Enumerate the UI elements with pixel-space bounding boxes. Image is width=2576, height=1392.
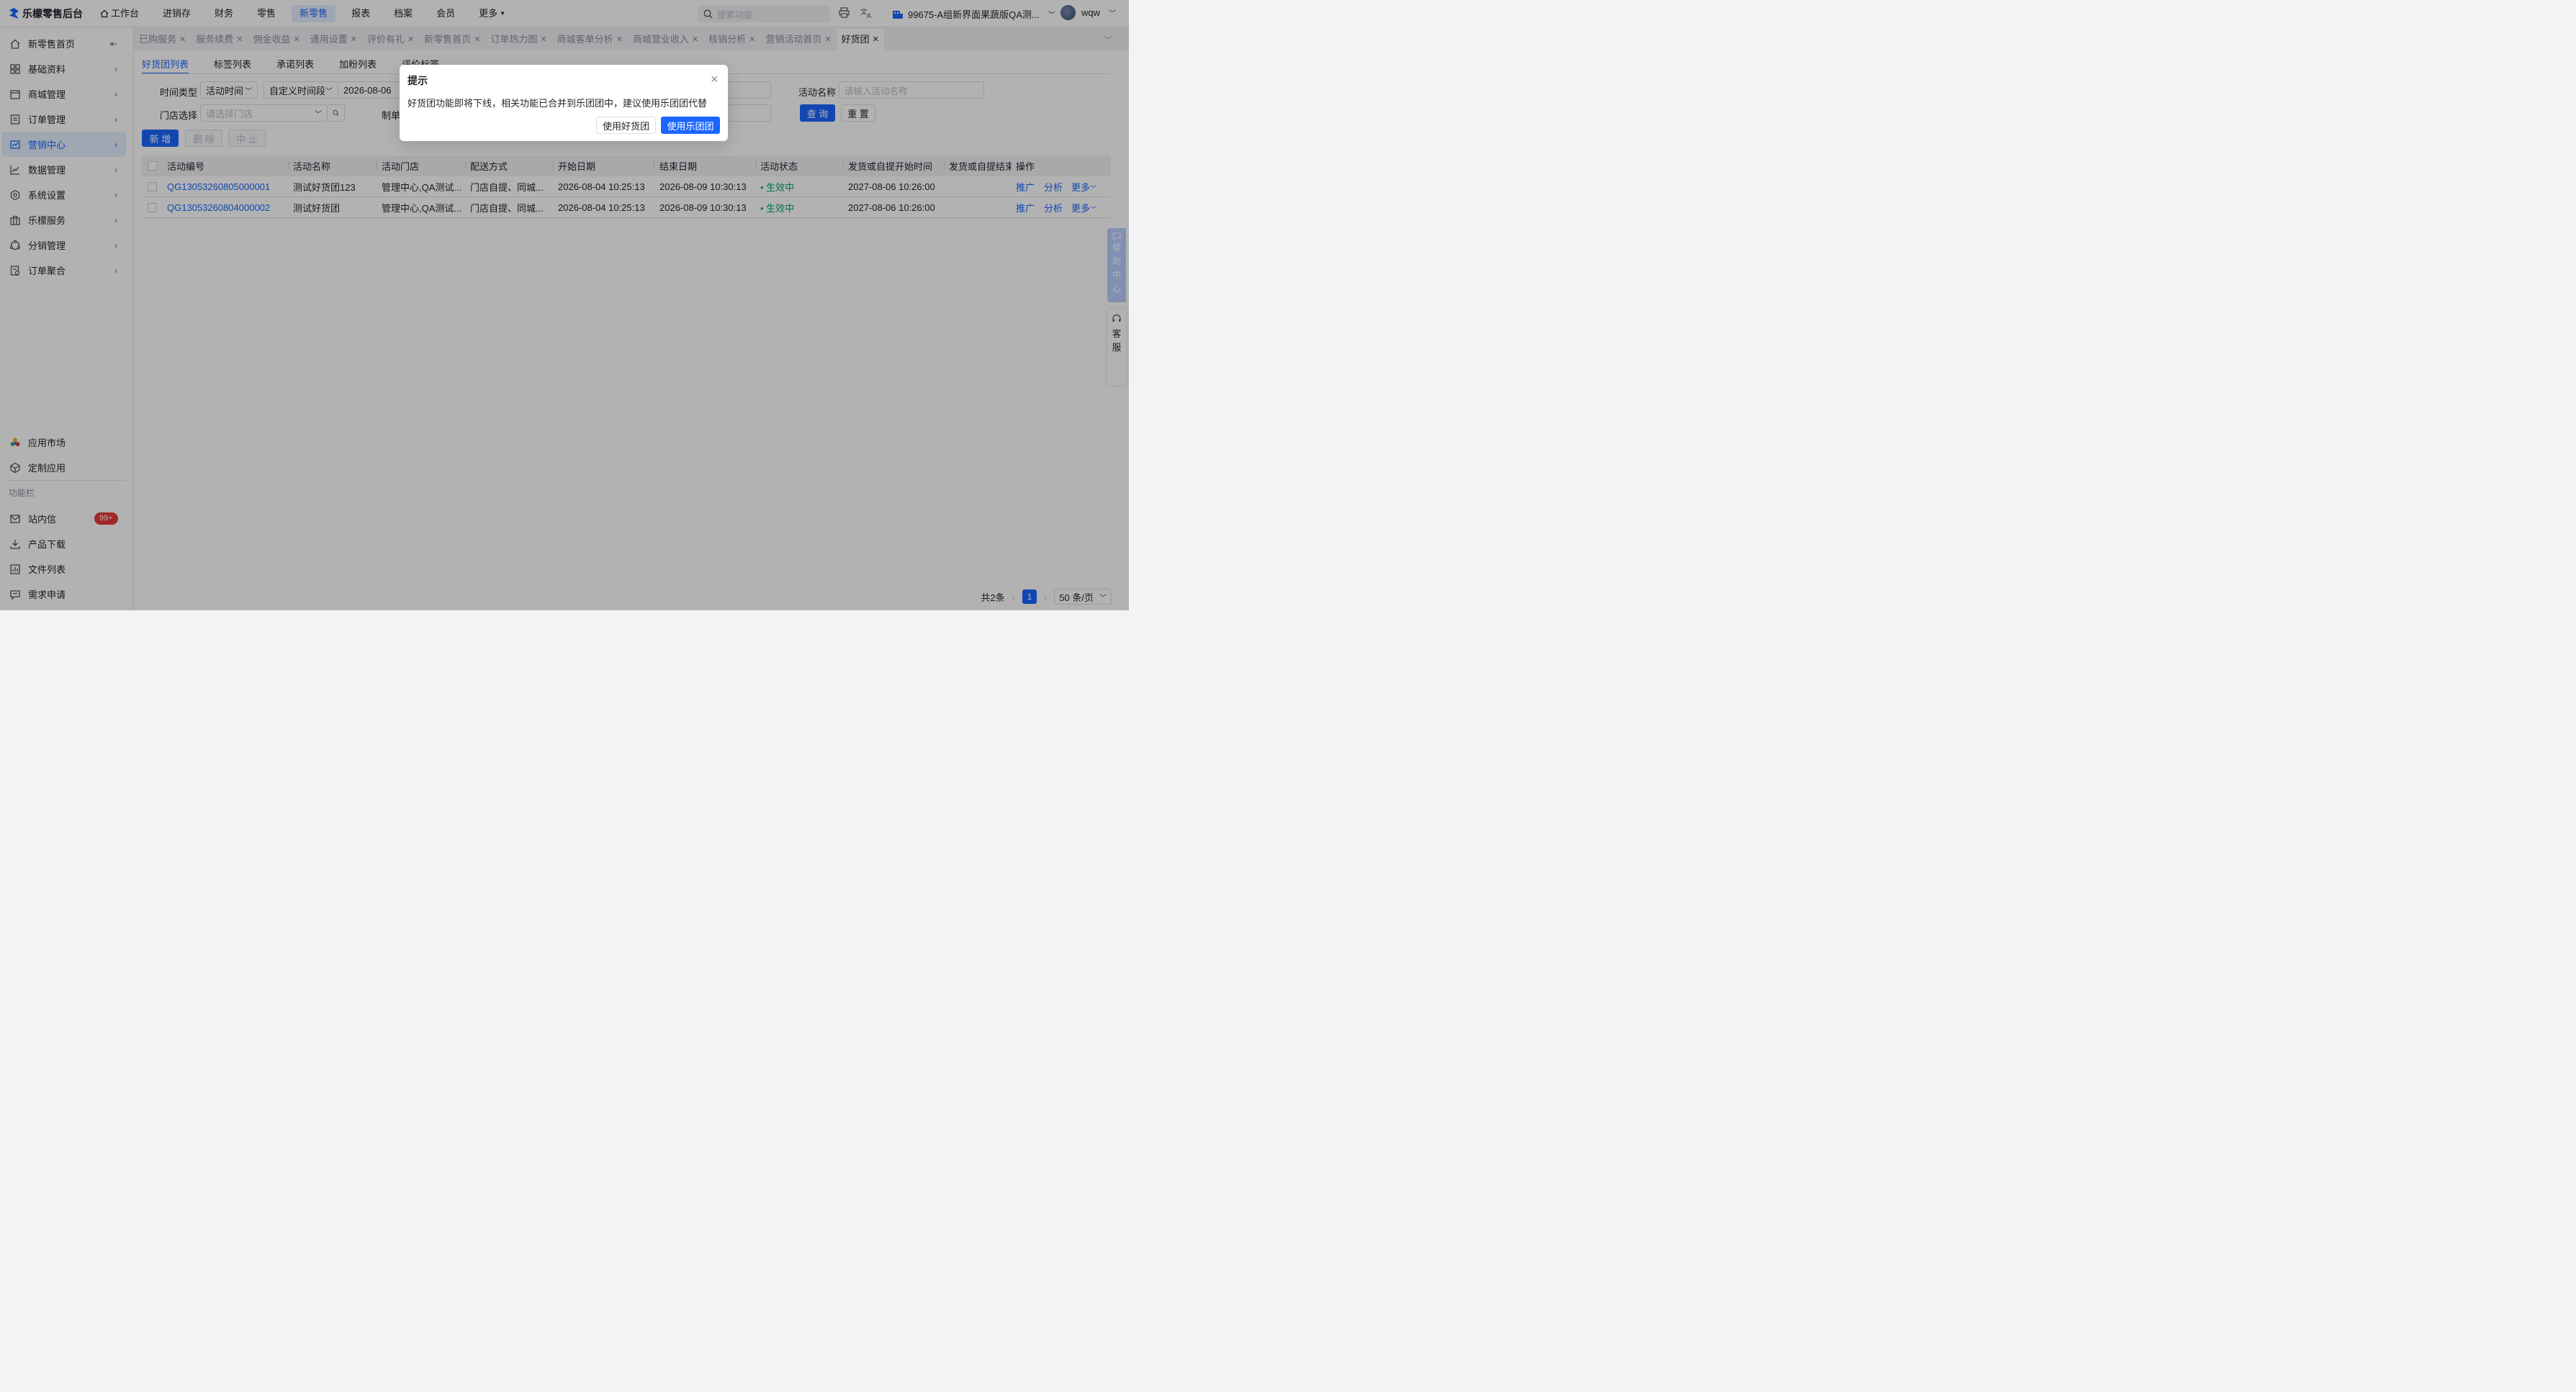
use-letuantuan-button[interactable]: 使用乐团团 bbox=[661, 117, 720, 134]
notice-dialog: 提示 × 好货团功能即将下线，相关功能已合并到乐团团中，建议使用乐团团代替 使用… bbox=[400, 65, 728, 141]
use-good-group-button[interactable]: 使用好货团 bbox=[596, 117, 656, 134]
close-icon[interactable]: × bbox=[711, 73, 719, 86]
dialog-title: 提示 bbox=[407, 75, 428, 86]
dialog-message: 好货团功能即将下线，相关功能已合并到乐团团中，建议使用乐团团代替 bbox=[407, 98, 708, 109]
